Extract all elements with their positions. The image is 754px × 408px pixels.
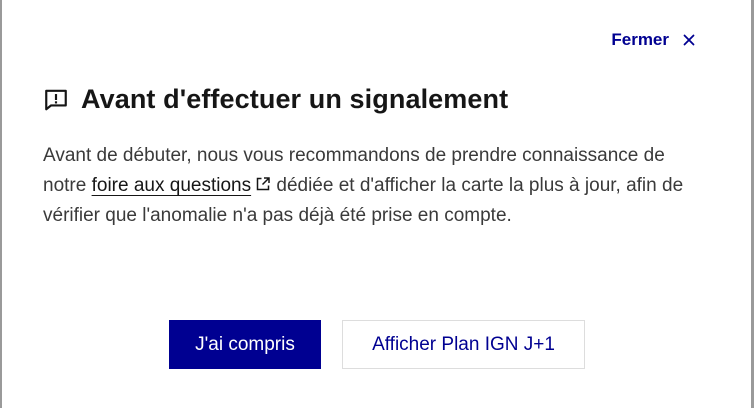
close-button[interactable]: Fermer bbox=[611, 29, 695, 51]
feedback-alert-icon bbox=[45, 89, 67, 110]
external-link-icon bbox=[256, 177, 270, 191]
dialog-header: Avant d'effectuer un signalement bbox=[43, 84, 508, 115]
dialog-description: Avant de débuter, nous vous recommandons… bbox=[43, 141, 711, 231]
faq-link[interactable]: foire aux questions bbox=[92, 175, 272, 196]
signalement-dialog: Fermer Avant d'effectuer un signalement … bbox=[2, 0, 751, 408]
faq-link-label: foire aux questions bbox=[91, 175, 252, 196]
close-icon bbox=[683, 34, 695, 46]
close-button-label: Fermer bbox=[611, 30, 669, 49]
show-plan-ign-button[interactable]: Afficher Plan IGN J+1 bbox=[342, 320, 585, 369]
understood-button[interactable]: J'ai compris bbox=[169, 320, 321, 369]
dialog-title: Avant d'effectuer un signalement bbox=[81, 84, 509, 114]
